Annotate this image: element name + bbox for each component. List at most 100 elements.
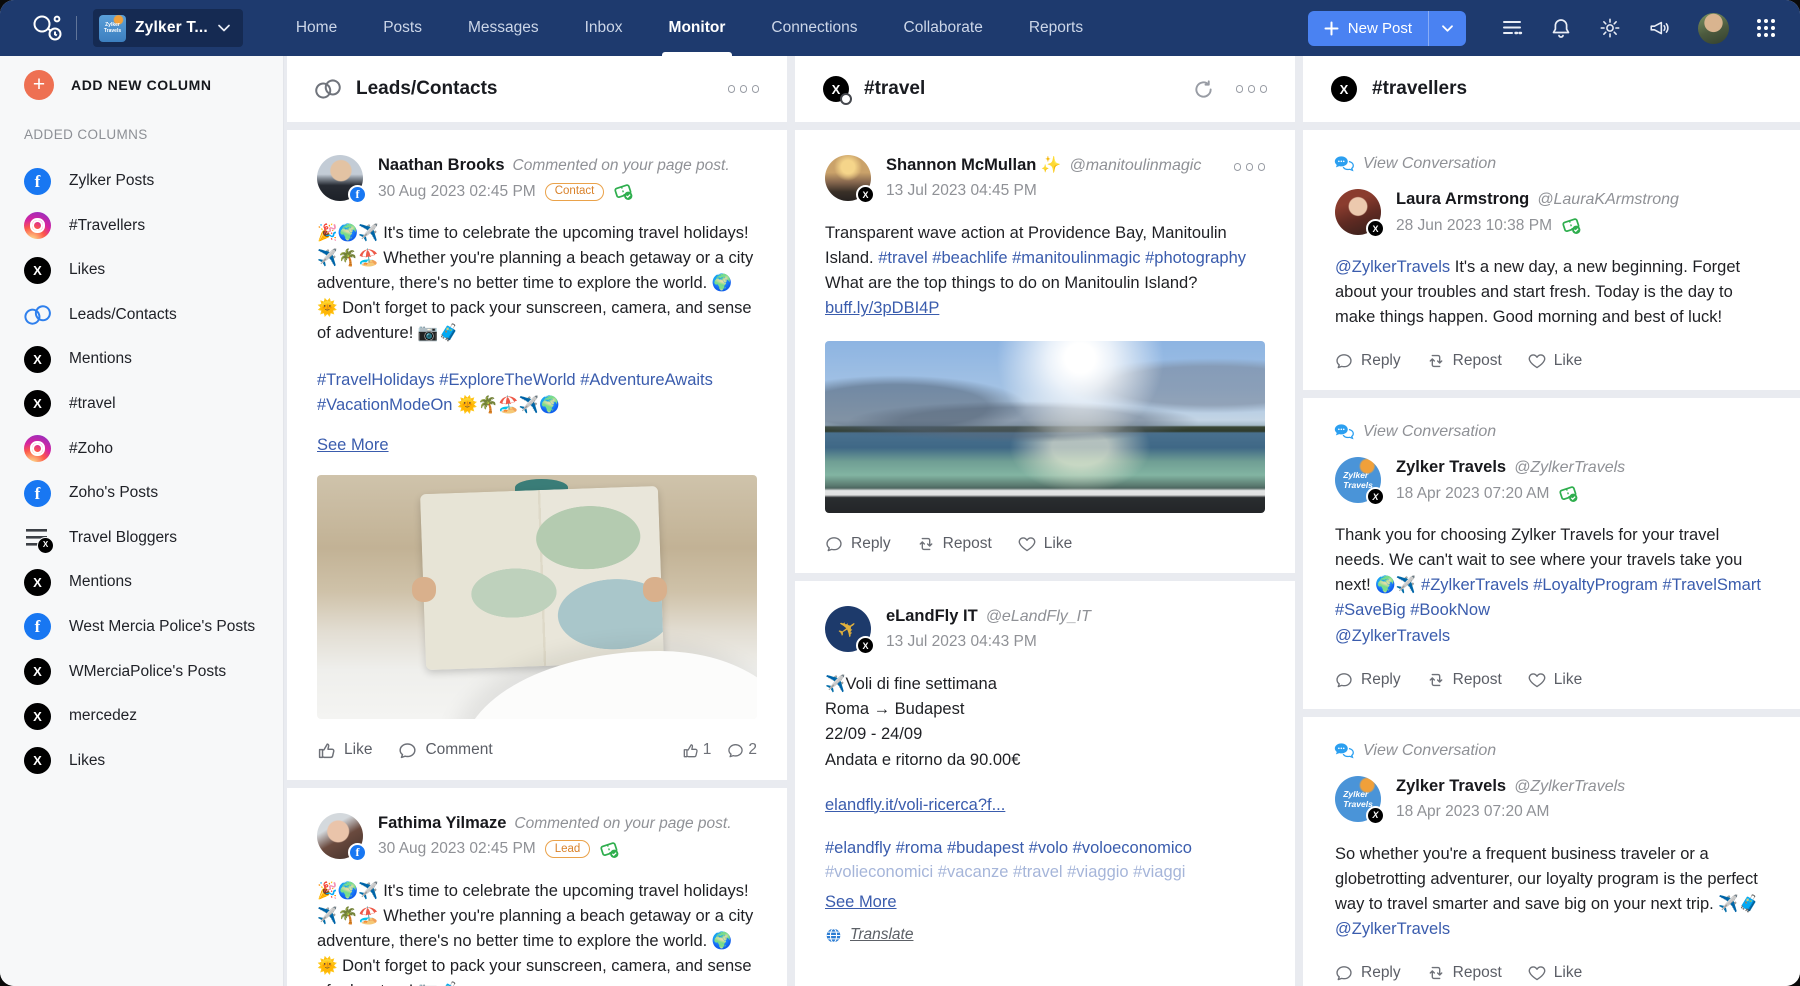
like-count[interactable]: 1 [682, 741, 711, 759]
nav-item-monitor[interactable]: Monitor [646, 0, 749, 56]
sidebar-column-zohos-posts[interactable]: Zoho's Posts [24, 478, 259, 508]
reply-button[interactable]: Reply [1335, 352, 1401, 370]
translate-link[interactable]: Translate [850, 926, 913, 944]
like-button[interactable]: Like [1528, 352, 1582, 370]
post-author[interactable]: Zylker Travels [1396, 777, 1506, 796]
post-author[interactable]: Laura Armstrong [1396, 190, 1529, 209]
refresh-icon[interactable] [1193, 79, 1214, 100]
column-leads-contacts: Leads/Contacts f Naathan Brooks Commente… [287, 56, 787, 986]
nav-item-reports[interactable]: Reports [1006, 0, 1106, 56]
post-datetime: 18 Apr 2023 07:20 AM [1396, 484, 1550, 502]
repost-button[interactable]: Repost [1427, 964, 1502, 982]
column-more-menu-icon[interactable] [727, 81, 759, 97]
comment-button[interactable]: Comment [398, 741, 493, 760]
sidebar-column-travel-bloggers[interactable]: Travel Bloggers [24, 523, 259, 555]
repost-button[interactable]: Repost [1427, 671, 1502, 689]
new-post-button[interactable]: New Post [1307, 10, 1428, 46]
crm-contact-badge[interactable]: Contact [544, 182, 605, 201]
view-conversation-link[interactable]: View Conversation [1333, 742, 1773, 760]
sidebar-item-label: Mentions [69, 573, 132, 591]
sidebar-column-mentions-1[interactable]: Mentions [24, 344, 259, 374]
column-header: #travellers [1303, 56, 1800, 122]
reply-button[interactable]: Reply [825, 535, 891, 553]
see-more-link[interactable]: See More [825, 893, 897, 912]
sidebar-column-mercedez[interactable]: mercedez [24, 701, 259, 731]
sidebar-column-travel[interactable]: #travel [24, 389, 259, 419]
post-handle[interactable]: @manitoulinmagic [1069, 157, 1201, 175]
nav-item-messages[interactable]: Messages [445, 0, 562, 56]
publishing-queue-icon[interactable] [1501, 17, 1523, 39]
add-new-column-button[interactable]: + ADD NEW COLUMN [24, 70, 212, 100]
post-author[interactable]: Naathan Brooks [378, 156, 505, 175]
repost-button[interactable]: Repost [1427, 352, 1502, 370]
sidebar-column-wmerciapolice-posts[interactable]: WMerciaPolice's Posts [24, 657, 259, 687]
nav-item-home[interactable]: Home [273, 0, 360, 56]
comment-count[interactable]: 2 [727, 741, 757, 759]
new-post-dropdown-button[interactable] [1428, 10, 1466, 46]
post-author[interactable]: Shannon McMullan ✨ [886, 156, 1061, 175]
mention-link[interactable]: @ZylkerTravels [1335, 627, 1450, 645]
reply-label: Reply [1361, 963, 1401, 981]
post-photo-beach-sunset[interactable] [825, 341, 1265, 514]
view-conversation-link[interactable]: View Conversation [1333, 423, 1773, 441]
sidebar-column-travellers[interactable]: #Travellers [24, 211, 259, 241]
avatar[interactable]: X [825, 606, 875, 656]
sidebar-column-mentions-2[interactable]: Mentions [24, 567, 259, 597]
reply-button[interactable]: Reply [1335, 964, 1401, 982]
view-conversation-link[interactable]: View Conversation [1333, 155, 1773, 173]
mention-link[interactable]: @ZylkerTravels [1335, 258, 1450, 276]
post-link[interactable]: elandfly.it/voli-ricerca?f... [825, 796, 1005, 814]
settings-gear-icon[interactable] [1599, 17, 1621, 39]
sidebar-column-west-mercia-posts[interactable]: West Mercia Police's Posts [24, 612, 259, 642]
avatar[interactable]: X [825, 155, 875, 204]
see-more-link[interactable]: See More [317, 436, 389, 455]
repost-button[interactable]: Repost [917, 535, 992, 553]
post-photo-map-desert[interactable] [317, 474, 757, 719]
like-button[interactable]: Like [317, 741, 372, 760]
post-action-text: Commented on your page post. [514, 814, 732, 832]
sidebar-column-zoho[interactable]: #Zoho [24, 434, 259, 464]
like-button[interactable]: Like [1018, 535, 1072, 553]
sidebar-column-zylker-posts[interactable]: Zylker Posts [24, 166, 259, 196]
post-handle[interactable]: @ZylkerTravels [1514, 459, 1625, 477]
post-handle[interactable]: @eLandFly_IT [986, 608, 1091, 626]
column-more-menu-icon[interactable] [1235, 81, 1267, 97]
brand-selector[interactable]: Zylker Travels Zylker T... [93, 9, 243, 47]
avatar[interactable]: f [317, 155, 367, 204]
x-badge-icon: X [1366, 219, 1385, 238]
post-datetime: 13 Jul 2023 04:43 PM [886, 633, 1037, 651]
notifications-bell-icon[interactable] [1550, 17, 1572, 40]
reply-icon [1336, 354, 1352, 369]
announcements-megaphone-icon[interactable] [1648, 17, 1671, 39]
mention-link[interactable]: @ZylkerTravels [1335, 920, 1450, 938]
post-hashtags[interactable]: #elandfly #roma #budapest #volo #voloeco… [825, 836, 1265, 886]
nav-item-connections[interactable]: Connections [748, 0, 880, 56]
avatar[interactable]: X [1335, 189, 1385, 238]
avatar[interactable]: Zylker Travels X [1335, 457, 1385, 507]
post-author[interactable]: Zylker Travels [1396, 458, 1506, 477]
like-button[interactable]: Like [1528, 671, 1582, 689]
post-hashtags[interactable]: #travel #beachlife #manitoulinmagic #pho… [878, 249, 1246, 267]
nav-item-posts[interactable]: Posts [360, 0, 445, 56]
column-title: #travel [864, 78, 926, 99]
zoho-social-logo-icon[interactable] [26, 10, 70, 46]
sidebar-column-likes-2[interactable]: Likes [24, 746, 259, 776]
like-button[interactable]: Like [1528, 964, 1582, 982]
user-avatar[interactable] [1698, 12, 1729, 44]
avatar[interactable]: f [317, 812, 367, 862]
post-author[interactable]: Fathima Yilmaze [378, 814, 506, 833]
post-handle[interactable]: @ZylkerTravels [1514, 778, 1625, 796]
nav-item-inbox[interactable]: Inbox [562, 0, 646, 56]
sidebar-column-likes[interactable]: Likes [24, 255, 259, 285]
app-grid-icon[interactable] [1756, 18, 1776, 38]
avatar[interactable]: Zylker Travels X [1335, 775, 1385, 825]
sidebar-column-leads-contacts[interactable]: Leads/Contacts [24, 300, 259, 330]
post-more-menu-icon[interactable] [1233, 159, 1265, 175]
crm-lead-badge[interactable]: Lead [544, 840, 591, 859]
reply-button[interactable]: Reply [1335, 671, 1401, 689]
post-handle[interactable]: @LauraKArmstrong [1537, 191, 1679, 209]
nav-item-collaborate[interactable]: Collaborate [881, 0, 1006, 56]
post-hashtags[interactable]: #TravelHolidays #ExploreTheWorld #Advent… [317, 368, 757, 418]
post-link[interactable]: buff.ly/3pDBI4P [825, 299, 939, 317]
post-author[interactable]: eLandFly IT [886, 607, 978, 626]
